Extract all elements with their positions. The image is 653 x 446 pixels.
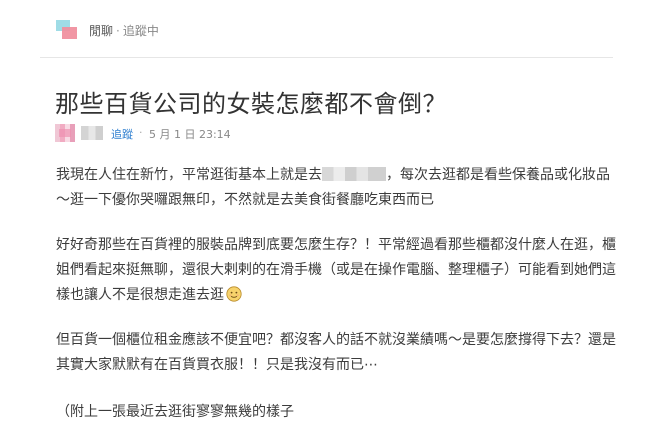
post-date: 5 月 1 日 23:14 [149,128,231,141]
author-name-blurred[interactable] [81,126,103,140]
meta-separator: · [139,126,143,139]
paragraph-1: 我現在人住在新竹，平常逛街基本上就是去 ，每次去逛都是看些保養品或化妝品～逛一下優… [56,163,616,213]
post-content: 我現在人住在新竹，平常逛街基本上就是去 ，每次去逛都是看些保養品或化妝品～逛一下優… [56,163,616,445]
breadcrumb-separator: · [116,24,120,38]
paragraph-3: 但百貨一個櫃位租金應該不便宜吧？都沒客人的話不就沒業績嗎～是要怎麼撐得下去？還是… [56,332,616,373]
logo-square-pink [62,27,77,39]
paragraph-1-text-a: 我現在人住在新竹，平常逛街基本上就是去 [56,167,322,183]
paragraph-2: 好好奇那些在百貨裡的服裝品牌到底要怎麼生存？！平常經過看那些櫃都沒什麼人在逛，櫃… [56,233,616,308]
board-follow-status[interactable]: 追蹤中 [123,24,159,38]
post-title: 那些百貨公司的女裝怎麼都不會倒？ [55,90,447,118]
redacted-location [322,167,386,181]
paragraph-4: （附上一張最近去逛街寥寥無幾的樣子 [56,404,294,420]
paragraph-2-text: 好好奇那些在百貨裡的服裝品牌到底要怎麼生存？！平常經過看那些櫃都沒什麼人在逛，櫃… [56,237,616,303]
board-breadcrumb: 閒聊 · 追蹤中 [89,22,159,39]
header-divider [40,57,613,58]
top-bar: 閒聊 · 追蹤中 [0,0,653,58]
author-avatar[interactable] [55,124,75,142]
dcard-logo-icon[interactable] [56,20,78,40]
board-name-link[interactable]: 閒聊 [89,24,113,38]
awkward-smile-emoji-icon [226,286,242,302]
follow-author-link[interactable]: 追蹤 [111,126,133,142]
